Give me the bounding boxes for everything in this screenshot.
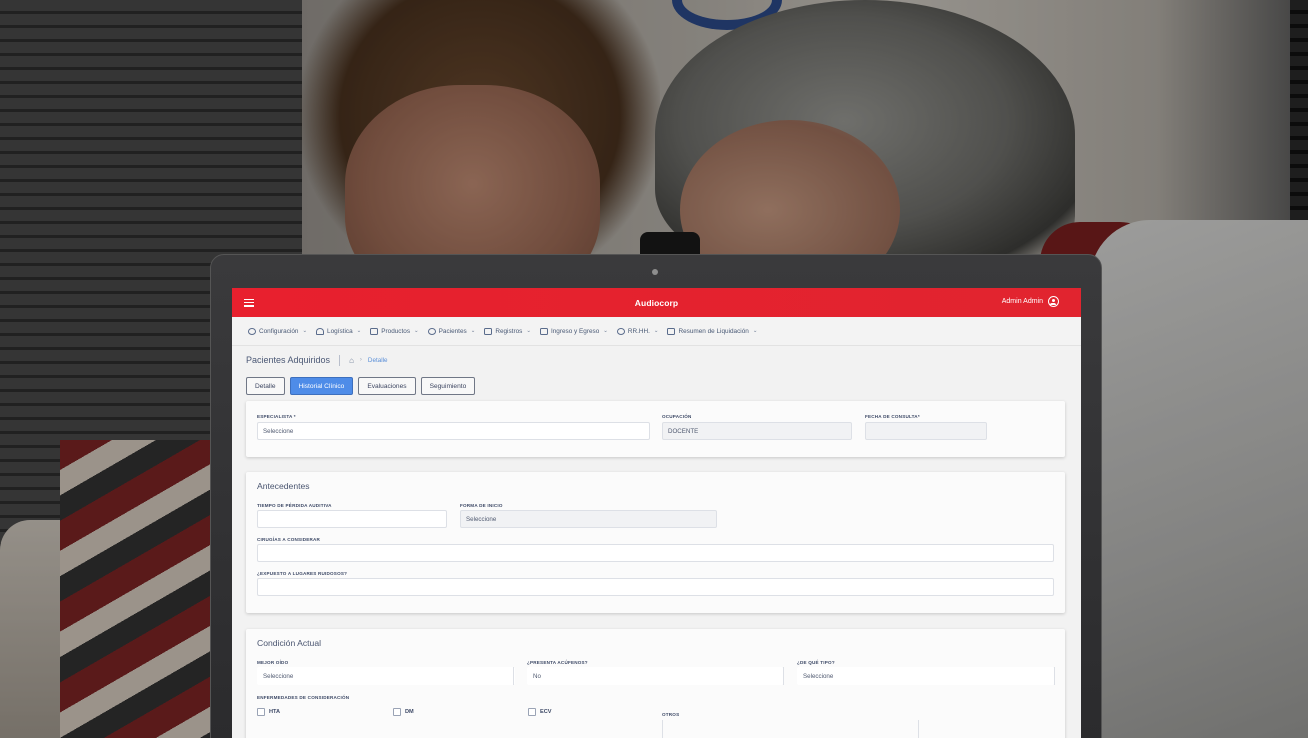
user-name: Admin Admin: [1001, 298, 1043, 305]
nav-logistica[interactable]: Logística ⌄: [316, 327, 362, 335]
webcam: [652, 269, 658, 275]
cirugias-label: CIRUGÍAS A CONSIDERAR: [257, 537, 321, 542]
chevron-right-icon: ›: [359, 357, 362, 363]
forma-inicio-label: FORMA DE INICIO: [460, 503, 503, 508]
chevron-down-icon: ⌄: [603, 328, 608, 334]
tiempo-perdida-label: TIEMPO DE PÉRDIDA AUDITIVA: [257, 503, 332, 508]
cirugias-input[interactable]: [257, 544, 1054, 562]
condicion-actual-title: Condición Actual: [257, 638, 322, 648]
camera-icon: [484, 327, 493, 335]
gift-icon: [370, 327, 379, 335]
tiempo-perdida-input[interactable]: [257, 510, 447, 528]
nav-label: Pacientes: [438, 327, 467, 335]
chevron-down-icon: ⌄: [653, 328, 659, 334]
user-circle-icon: [1048, 296, 1059, 307]
breadcrumb: Pacientes Adquiridos ⌂ › Detalle: [232, 346, 1081, 374]
page-title: Pacientes Adquiridos: [246, 355, 331, 365]
home-icon[interactable]: ⌂: [349, 356, 354, 365]
fecha-consulta-label: FECHA DE CONSULTA*: [865, 414, 920, 419]
tab-seguimiento[interactable]: Seguimiento: [420, 377, 476, 395]
expuesto-ruido-input[interactable]: [257, 578, 1054, 596]
ocupacion-field[interactable]: DOCENTE: [662, 422, 852, 440]
nav-label: RR.HH.: [627, 327, 650, 335]
tab-detalle[interactable]: Detalle: [246, 377, 285, 395]
nav-label: Resumen de Liquidación: [678, 327, 749, 335]
breadcrumb-divider: [339, 354, 341, 366]
chevron-down-icon: ⌄: [470, 328, 476, 334]
chevron-down-icon: ⌄: [526, 328, 531, 334]
nav-label: Productos: [381, 327, 411, 335]
checkbox-label: DM: [405, 709, 414, 715]
chevron-down-icon: ⌄: [302, 328, 308, 334]
tipo-acufeno-select[interactable]: Seleccione: [797, 667, 1054, 685]
nav-ingreso-egreso[interactable]: Ingreso y Egreso ⌄: [539, 327, 608, 335]
chevron-down-icon: ⌄: [752, 328, 758, 334]
nav-label: Configuración: [259, 327, 299, 335]
tab-evaluaciones[interactable]: Evaluaciones: [358, 377, 416, 395]
field-divider: [783, 667, 784, 685]
nav-rrhh[interactable]: RR.HH. ⌄: [616, 327, 659, 335]
nav-resumen-liquidacion[interactable]: Resumen de Liquidación ⌄: [667, 327, 758, 335]
checkbox-label: ECV: [540, 709, 552, 715]
field-divider: [1054, 667, 1055, 685]
person-icon: [616, 327, 625, 335]
user-menu[interactable]: Admin Admin: [1002, 296, 1059, 307]
mejor-oido-label: MEJOR OÍDO: [257, 660, 289, 665]
expuesto-ruido-label: ¿EXPUESTO A LUGARES RUIDOSOS?: [257, 571, 348, 576]
truck-icon: [316, 327, 325, 335]
chevron-down-icon: ⌄: [356, 328, 362, 334]
fecha-consulta-field[interactable]: [865, 422, 987, 440]
checkbox-hta[interactable]: HTA: [257, 708, 280, 716]
ocupacion-label: OCUPACIÓN: [662, 414, 692, 419]
tab-bar: Detalle Historial Clínico Evaluaciones S…: [232, 375, 1081, 397]
mejor-oido-select[interactable]: Seleccione: [257, 667, 515, 685]
checkbox-ecv[interactable]: ECV: [528, 708, 552, 716]
acufenos-label: ¿PRESENTA ACÚFENOS?: [527, 660, 588, 665]
acufenos-select[interactable]: No: [527, 667, 783, 685]
field-divider: [513, 667, 514, 685]
checkbox-box[interactable]: [257, 708, 265, 716]
nav-label: Logística: [327, 327, 353, 335]
gears-icon: [248, 327, 256, 335]
tipo-acufeno-label: ¿DE QUÉ TIPO?: [797, 660, 835, 665]
antecedentes-card: Antecedentes TIEMPO DE PÉRDIDA AUDITIVA …: [246, 472, 1065, 613]
laptop-screen: Audiocorp Admin Admin Configuración ⌄ Lo…: [232, 288, 1081, 738]
checkbox-box[interactable]: [393, 708, 401, 716]
breadcrumb-current[interactable]: Detalle: [368, 357, 388, 364]
calendar-icon: [667, 327, 676, 335]
otros-label: OTROS: [662, 712, 680, 717]
app-header: Audiocorp Admin Admin: [232, 288, 1081, 317]
user-icon: [427, 327, 436, 335]
forma-inicio-select[interactable]: Seleccione: [460, 510, 717, 528]
nav-registros[interactable]: Registros ⌄: [484, 327, 531, 335]
antecedentes-title: Antecedentes: [257, 481, 310, 491]
nav-label: Registros: [495, 327, 523, 335]
checkbox-box[interactable]: [528, 708, 536, 716]
nav-pacientes[interactable]: Pacientes ⌄: [427, 327, 476, 335]
checkbox-label: HTA: [269, 709, 281, 715]
consulta-card: ESPECIALISTA * Seleccione OCUPACIÓN DOCE…: [246, 401, 1065, 457]
nav-label: Ingreso y Egreso: [550, 327, 600, 335]
field-divider: [918, 720, 919, 738]
nav-configuracion[interactable]: Configuración ⌄: [248, 327, 308, 335]
wallet-icon: [539, 327, 548, 335]
especialista-select[interactable]: Seleccione: [257, 422, 650, 440]
tab-historial-clinico[interactable]: Historial Clínico: [289, 377, 354, 395]
condicion-actual-card: Condición Actual MEJOR OÍDO Seleccione ¿…: [246, 629, 1065, 738]
nav-productos[interactable]: Productos ⌄: [370, 327, 419, 335]
enfermedades-label: ENFERMEDADES DE CONSIDERACIÓN: [257, 695, 350, 700]
checkbox-dm[interactable]: DM: [393, 708, 414, 716]
app-title: Audiocorp: [634, 297, 679, 308]
chevron-down-icon: ⌄: [414, 328, 419, 334]
especialista-label: ESPECIALISTA *: [257, 414, 296, 419]
main-navbar: Configuración ⌄ Logística ⌄ Productos ⌄ …: [232, 317, 1081, 346]
field-divider: [662, 720, 663, 738]
